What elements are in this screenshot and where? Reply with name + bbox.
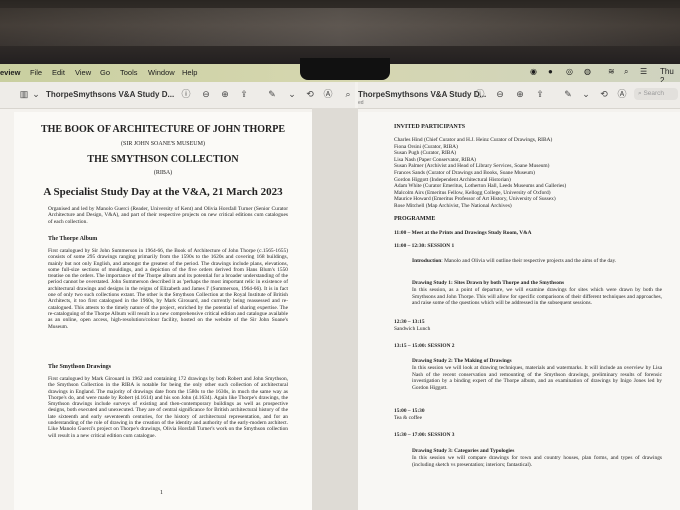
drawing-study-title: Drawing Study 2: The Making of Drawings bbox=[412, 358, 512, 364]
page-number: 1 bbox=[160, 490, 163, 496]
window-title: ThorpeSmythsons V&A Study D... bbox=[46, 90, 175, 99]
intro-label: Introduction bbox=[412, 258, 442, 264]
participant: Susan Pugh (Curator, RIBA) bbox=[394, 150, 457, 157]
participant: Maurice Howard (Emeritus Professor of Ar… bbox=[394, 196, 556, 203]
doc-heading: A Specialist Study Day at the V&A, 21 Ma… bbox=[43, 186, 283, 198]
menu-tools[interactable]: Tools bbox=[120, 68, 138, 77]
menu-go[interactable]: Go bbox=[100, 68, 110, 77]
sidebar-toggle-icon[interactable]: ▥ bbox=[18, 88, 30, 100]
zoom-in-icon[interactable]: ⊕ bbox=[514, 88, 526, 100]
section-title: The Smythson Drawings bbox=[48, 364, 112, 370]
menu-file[interactable]: File bbox=[30, 68, 42, 77]
doc-subtitle-1: (SIR JOHN SOANE'S MUSEUM) bbox=[121, 141, 205, 147]
drawing-study-title: Drawing Study 1: Sites Drawn by both Tho… bbox=[412, 280, 565, 286]
markup-pen-icon[interactable]: ✎ bbox=[266, 88, 278, 100]
share-icon[interactable]: ⇪ bbox=[238, 88, 250, 100]
annotate-icon[interactable]: Ⓐ bbox=[616, 88, 628, 100]
participant: Frances Sands (Curator of Drawings and B… bbox=[394, 169, 535, 176]
chevron-down-icon[interactable]: ⌄ bbox=[286, 88, 298, 100]
participant: Charles Hind (Chief Curator and H.J. Hei… bbox=[394, 137, 553, 143]
doc-subtitle-2: (RIBA) bbox=[153, 170, 173, 176]
rotate-icon[interactable]: ⟲ bbox=[598, 88, 610, 100]
intro-paragraph: Organised and led by Manolo Guerci (Read… bbox=[48, 206, 288, 225]
menu-window[interactable]: Window bbox=[148, 68, 175, 77]
lunch-time: 12:30 – 13:15 bbox=[394, 319, 425, 325]
camera-notch bbox=[300, 58, 390, 80]
document-page-1: THE BOOK OF ARCHITECTURE OF JOHN THORPE … bbox=[14, 112, 312, 510]
status-icon-3[interactable]: ◍ bbox=[584, 67, 591, 76]
participants-title: INVITED PARTICIPANTS bbox=[394, 124, 466, 130]
zoom-in-icon[interactable]: ⊕ bbox=[219, 88, 231, 100]
left-window-toolbar: ▥ ⌄ ThorpeSmythsons V&A Study D... ⓘ ⊖ ⊕… bbox=[0, 82, 355, 109]
control-center-icon[interactable]: ◉ bbox=[530, 67, 537, 76]
document-page-2: INVITED PARTICIPANTS Charles Hind (Chief… bbox=[358, 112, 680, 510]
search-icon[interactable]: ⌕ bbox=[624, 67, 628, 77]
drawing-study-text: In this session we will compare drawings… bbox=[412, 455, 662, 468]
rotate-icon[interactable]: ⟲ bbox=[304, 88, 316, 100]
chevron-down-icon[interactable]: ⌄ bbox=[30, 88, 42, 100]
bezel-reflection bbox=[0, 8, 680, 46]
lunch-label: Sandwich Lunch bbox=[394, 326, 431, 332]
search-input[interactable]: ⌕ Search bbox=[634, 88, 678, 100]
participant: Adam White (Curator Emeritus, Lotherton … bbox=[394, 183, 567, 190]
participant: Susan Palmer (Archivist and Head of Libr… bbox=[394, 163, 550, 170]
doc-title-2: THE SMYTHSON COLLECTION bbox=[87, 154, 239, 165]
participants-list: Charles Hind (Chief Curator and H.J. Hei… bbox=[394, 137, 664, 210]
participant: Rose Mitchell (Map Archivist, The Nation… bbox=[394, 202, 512, 209]
programme-title: PROGRAMME bbox=[394, 216, 436, 222]
intro-body: : Manolo and Olivia will outline their r… bbox=[441, 258, 617, 264]
doc-title: THE BOOK OF ARCHITECTURE OF JOHN THORPE bbox=[40, 124, 286, 135]
search-placeholder: Search bbox=[643, 90, 665, 97]
preview-screen: ▥ ⌄ ThorpeSmythsons V&A Study D... ⓘ ⊖ ⊕… bbox=[0, 82, 680, 510]
programme-item: 11:00 – Meet at the Prints and Drawings … bbox=[394, 230, 532, 236]
status-icon-2[interactable]: ◎ bbox=[566, 67, 573, 76]
info-icon[interactable]: ⓘ bbox=[474, 88, 486, 100]
chevron-down-icon[interactable]: ⌄ bbox=[580, 88, 592, 100]
drawing-study-title: Drawing Study 3: Categories and Typologi… bbox=[412, 448, 515, 454]
menu-help[interactable]: Help bbox=[182, 68, 197, 77]
wifi-icon[interactable]: ≋ bbox=[608, 67, 615, 76]
session-title: 15:30 – 17:00: SESSION 3 bbox=[394, 432, 455, 438]
drawing-study-text: In this session we will look at drawing … bbox=[412, 365, 662, 391]
markup-pen-icon[interactable]: ✎ bbox=[562, 88, 574, 100]
section-paragraph: First catalogued by Sir John Summerson i… bbox=[48, 248, 288, 330]
section-title: The Thorpe Album bbox=[48, 236, 98, 242]
share-icon[interactable]: ⇪ bbox=[534, 88, 546, 100]
session-title: 11:00 – 12:30: SESSION 1 bbox=[394, 243, 455, 249]
control-toggle-icon[interactable]: ☰ bbox=[640, 67, 647, 76]
window-title: ThorpeSmythsons V&A Study D... bbox=[358, 90, 487, 99]
intro-text: Introduction: Manolo and Olivia will out… bbox=[412, 258, 662, 265]
zoom-out-icon[interactable]: ⊖ bbox=[494, 88, 506, 100]
zoom-out-icon[interactable]: ⊖ bbox=[200, 88, 212, 100]
window-gap bbox=[312, 108, 358, 510]
annotate-icon[interactable]: Ⓐ bbox=[322, 88, 334, 100]
session-title: 13:15 – 15:00: SESSION 2 bbox=[394, 343, 455, 349]
section-paragraph: First catalogued by Mark Girouard in 196… bbox=[48, 376, 288, 439]
info-icon[interactable]: ⓘ bbox=[180, 88, 192, 100]
menu-view[interactable]: View bbox=[75, 68, 91, 77]
tea-time: 15:00 – 15:30 bbox=[394, 408, 425, 414]
app-menu[interactable]: eview bbox=[0, 68, 20, 77]
tea-label: Tea & coffee bbox=[394, 415, 422, 421]
drawing-study-text: In this session, as a point of departure… bbox=[412, 287, 662, 307]
right-window-toolbar: ThorpeSmythsons V&A Study D... ed ⓘ ⊖ ⊕ … bbox=[358, 82, 680, 109]
status-icon[interactable]: ● bbox=[548, 67, 553, 76]
menu-edit[interactable]: Edit bbox=[52, 68, 65, 77]
window-subtitle: ed bbox=[358, 100, 364, 106]
search-icon[interactable]: ⌕ bbox=[342, 88, 354, 100]
